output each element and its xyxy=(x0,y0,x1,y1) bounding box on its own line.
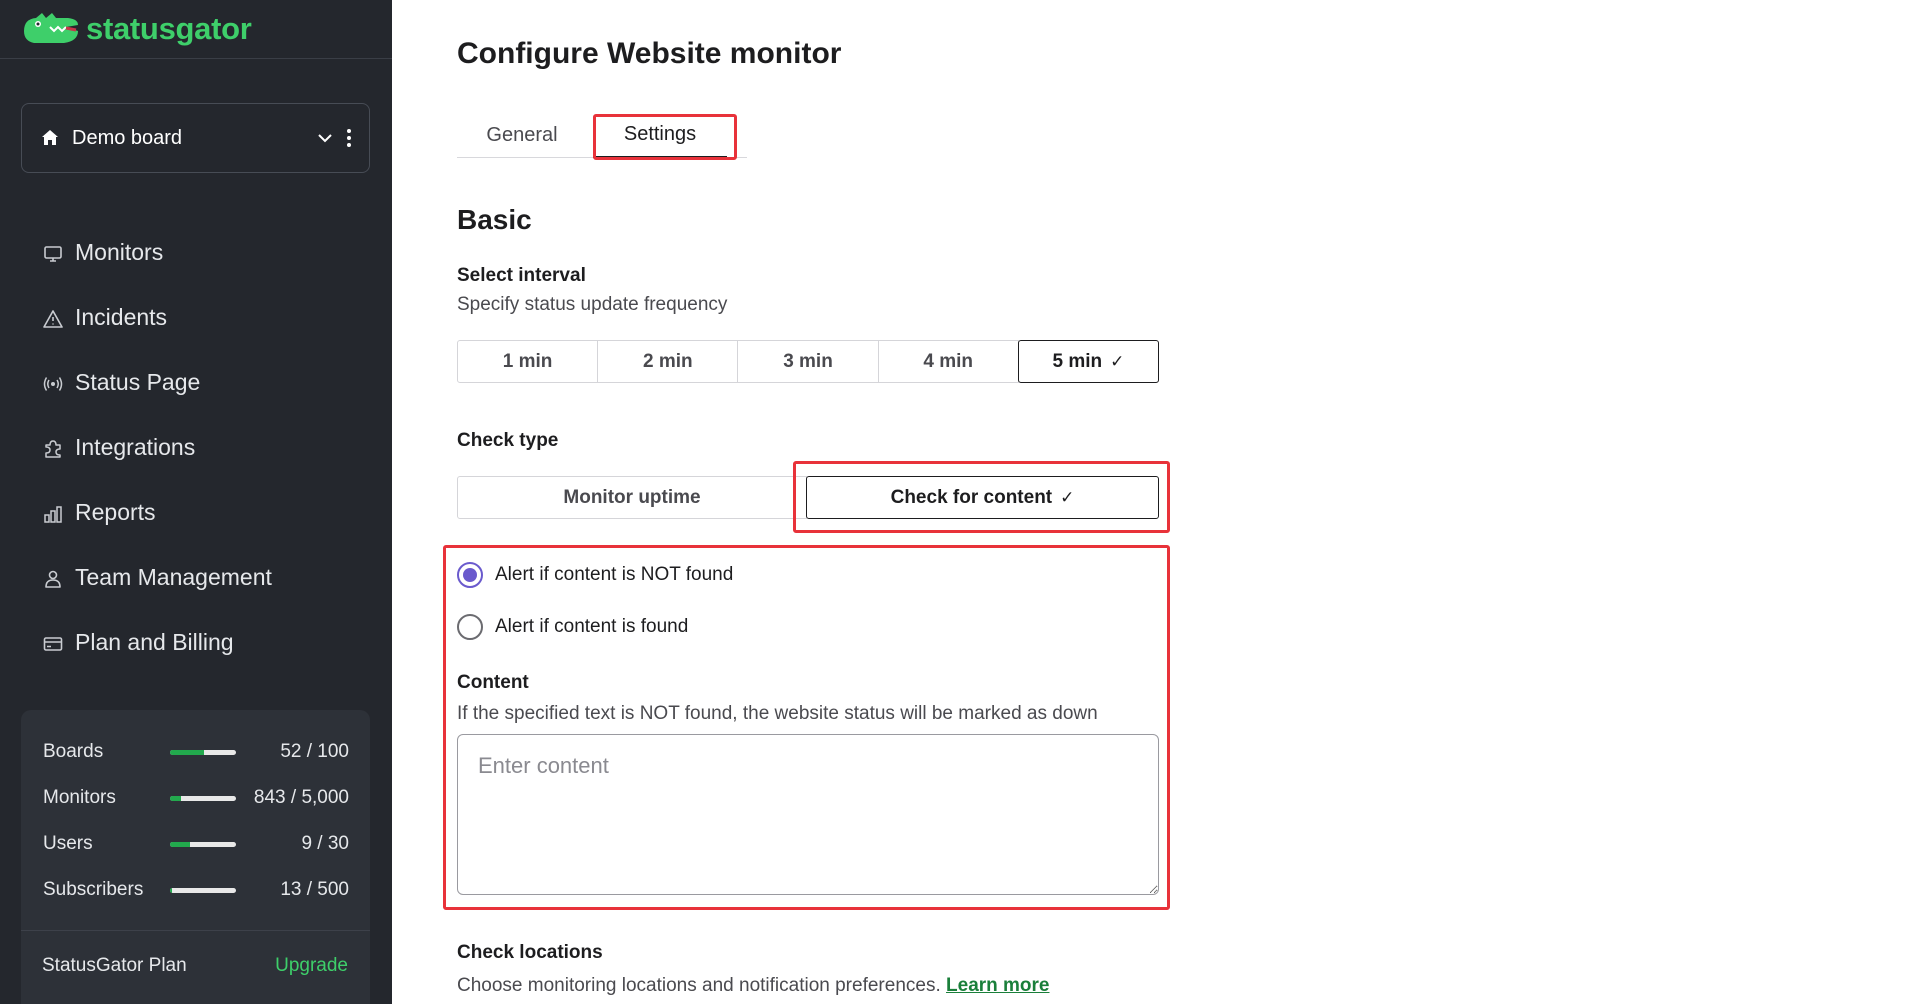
learn-more-link[interactable]: Learn more xyxy=(946,975,1049,996)
radio-selected-icon[interactable] xyxy=(457,562,483,588)
usage-value: 843 / 5,000 xyxy=(253,787,349,808)
gator-logo-icon xyxy=(24,13,78,43)
usage-bar xyxy=(170,795,236,801)
upgrade-link[interactable]: Upgrade xyxy=(275,955,348,977)
sidebar-item-incidents[interactable]: Incidents xyxy=(21,285,370,350)
usage-row-monitors: Monitors 843 / 5,000 xyxy=(43,783,349,813)
broadcast-icon xyxy=(43,373,63,393)
usage-bar xyxy=(170,887,236,893)
page-title: Configure Website monitor xyxy=(457,37,842,70)
board-selector[interactable]: Demo board xyxy=(21,103,370,173)
sidebar-item-label: Reports xyxy=(75,499,156,525)
radio-content-found[interactable]: Alert if content is found xyxy=(457,614,688,640)
sidebar: statusgator Demo board Monitors Incident… xyxy=(0,0,392,1004)
monitor-icon xyxy=(43,243,63,263)
interval-help: Specify status update frequency xyxy=(457,294,728,315)
interval-label-text: 5 min xyxy=(1052,350,1103,372)
interval-option-3min[interactable]: 3 min xyxy=(737,340,879,383)
sidebar-item-label: Team Management xyxy=(75,564,272,590)
usage-label: Boards xyxy=(43,741,104,762)
check-icon: ✓ xyxy=(1110,351,1125,371)
check-locations-help: Choose monitoring locations and notifica… xyxy=(457,975,1050,997)
usage-row-subscribers: Subscribers 13 / 500 xyxy=(43,875,349,905)
radio-label: Alert if content is NOT found xyxy=(495,564,734,585)
check-type-uptime-button[interactable]: Monitor uptime xyxy=(457,476,807,519)
content-textarea[interactable] xyxy=(457,734,1159,895)
check-locations-label: Check locations xyxy=(457,942,603,963)
usage-row-users: Users 9 / 30 xyxy=(43,829,349,859)
brand-name: statusgator xyxy=(86,11,252,46)
brand[interactable]: statusgator xyxy=(0,0,392,59)
usage-value: 52 / 100 xyxy=(280,741,349,762)
sidebar-item-label: Monitors xyxy=(75,239,164,265)
interval-option-5min[interactable]: 5 min ✓ xyxy=(1017,340,1160,383)
radio-content-not-found[interactable]: Alert if content is NOT found xyxy=(457,562,733,588)
user-icon xyxy=(43,568,63,588)
sidebar-item-monitors[interactable]: Monitors xyxy=(21,220,370,285)
sidebar-item-plan-billing[interactable]: Plan and Billing xyxy=(21,610,370,675)
sidebar-item-label: Status Page xyxy=(75,369,201,395)
bar-chart-icon xyxy=(43,503,63,523)
interval-option-1min[interactable]: 1 min xyxy=(457,340,599,383)
content-help: If the specified text is NOT found, the … xyxy=(457,703,1098,724)
interval-label-text: 3 min xyxy=(783,350,833,372)
chevron-down-icon[interactable] xyxy=(315,128,335,148)
radio-unselected-icon[interactable] xyxy=(457,614,483,640)
divider xyxy=(21,930,370,931)
check-icon: ✓ xyxy=(1060,487,1075,507)
usage-label: Users xyxy=(43,833,93,854)
interval-selector: 1 min 2 min 3 min 4 min 5 min ✓ xyxy=(457,340,1160,383)
sidebar-item-label: Incidents xyxy=(75,304,168,330)
usage-row-boards: Boards 52 / 100 xyxy=(43,737,349,767)
puzzle-icon xyxy=(43,438,63,458)
usage-bar xyxy=(170,749,236,755)
sidebar-item-status-page[interactable]: Status Page xyxy=(21,350,370,415)
warning-icon xyxy=(43,308,63,328)
tab-bar: General Settings xyxy=(457,112,747,158)
sidebar-item-label: Plan and Billing xyxy=(75,629,234,655)
sidebar-item-reports[interactable]: Reports xyxy=(21,480,370,545)
plan-name: StatusGator Plan xyxy=(42,955,187,976)
sidebar-item-team-management[interactable]: Team Management xyxy=(21,545,370,610)
plan-row: StatusGator Plan Upgrade xyxy=(42,955,348,977)
content-label: Content xyxy=(457,672,529,693)
check-type-content-button[interactable]: Check for content ✓ xyxy=(806,476,1159,519)
interval-option-2min[interactable]: 2 min xyxy=(597,340,739,383)
interval-label-text: 4 min xyxy=(923,350,974,372)
check-type-label: Check type xyxy=(457,430,559,451)
check-type-content-label: Check for content xyxy=(890,486,1053,508)
check-locations-help-text: Choose monitoring locations and notifica… xyxy=(457,975,941,996)
sidebar-item-label: Integrations xyxy=(75,434,196,460)
tab-general[interactable]: General xyxy=(467,112,577,158)
credit-card-icon xyxy=(43,633,63,653)
usage-label: Monitors xyxy=(43,787,116,808)
usage-label: Subscribers xyxy=(43,879,144,900)
home-icon xyxy=(42,130,58,145)
radio-label: Alert if content is found xyxy=(495,616,689,637)
board-name: Demo board xyxy=(72,126,183,149)
usage-value: 13 / 500 xyxy=(280,879,349,900)
sidebar-item-integrations[interactable]: Integrations xyxy=(21,415,370,480)
tab-settings[interactable]: Settings xyxy=(593,112,727,158)
more-options-icon[interactable] xyxy=(345,127,353,149)
interval-label-text: 2 min xyxy=(642,350,693,372)
check-type-uptime-label: Monitor uptime xyxy=(563,486,701,508)
interval-label: Select interval xyxy=(457,265,586,286)
usage-bar xyxy=(170,841,236,847)
section-heading-basic: Basic xyxy=(457,204,532,235)
usage-panel: Boards 52 / 100 Monitors 843 / 5,000 Use… xyxy=(21,710,370,1004)
usage-value: 9 / 30 xyxy=(301,833,349,854)
interval-option-4min[interactable]: 4 min xyxy=(877,340,1019,383)
interval-label-text: 1 min xyxy=(502,350,553,372)
sidebar-nav: Monitors Incidents Status Page Integrati… xyxy=(21,220,370,675)
